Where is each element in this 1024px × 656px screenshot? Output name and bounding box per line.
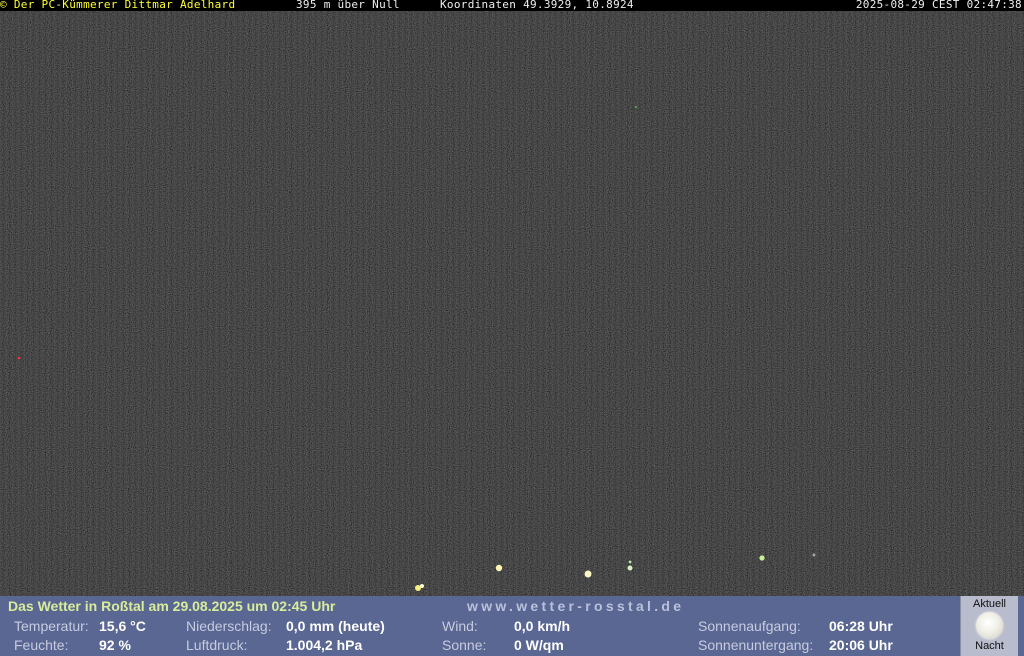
coordinates-text: Koordinaten 49.3929, 10.8924 — [440, 0, 634, 11]
wind-value: 0,0 km/h — [514, 618, 571, 634]
sunrise-value: 06:28 Uhr — [829, 618, 893, 634]
site-url-link[interactable]: www.wetter-rosstal.de — [467, 598, 684, 614]
pressure-value: 1.004,2 hPa — [286, 637, 363, 653]
moon-phase-box: Aktuell Nacht — [960, 596, 1018, 656]
moon-label-current: Aktuell — [972, 598, 1007, 610]
copyright-text: © Der PC-Kümmerer Dittmar Adelhard — [0, 0, 236, 11]
sun-radiation-value: 0 W/qm — [514, 637, 564, 653]
webcam-view: © Der PC-Kümmerer Dittmar Adelhard 395 m… — [0, 0, 1024, 656]
weather-title: Das Wetter in Roßtal am 29.08.2025 um 02… — [8, 598, 336, 614]
weather-info-bar: Das Wetter in Roßtal am 29.08.2025 um 02… — [0, 596, 1024, 656]
temperature-value: 15,6 °C — [99, 618, 146, 634]
moon-label-night: Nacht — [975, 640, 1004, 652]
webcam-night-image — [0, 0, 1024, 596]
full-moon-icon — [976, 612, 1003, 639]
camera-info-overlay: © Der PC-Kümmerer Dittmar Adelhard 395 m… — [0, 0, 1024, 11]
pressure-label: Luftdruck: — [186, 637, 248, 653]
sunset-value: 20:06 Uhr — [829, 637, 893, 653]
humidity-label: Feuchte: — [14, 637, 69, 653]
temperature-label: Temperatur: — [14, 618, 89, 634]
wind-label: Wind: — [442, 618, 478, 634]
timestamp-text: 2025-08-29 CEST 02:47:38 — [855, 0, 1022, 11]
sun-radiation-label: Sonne: — [442, 637, 487, 653]
precipitation-value: 0,0 mm (heute) — [286, 618, 385, 634]
humidity-value: 92 % — [99, 637, 131, 653]
sunset-label: Sonnenuntergang: — [698, 637, 814, 653]
precipitation-label: Niederschlag: — [186, 618, 272, 634]
altitude-text: 395 m über Null — [296, 0, 400, 11]
sunrise-label: Sonnenaufgang: — [698, 618, 801, 634]
